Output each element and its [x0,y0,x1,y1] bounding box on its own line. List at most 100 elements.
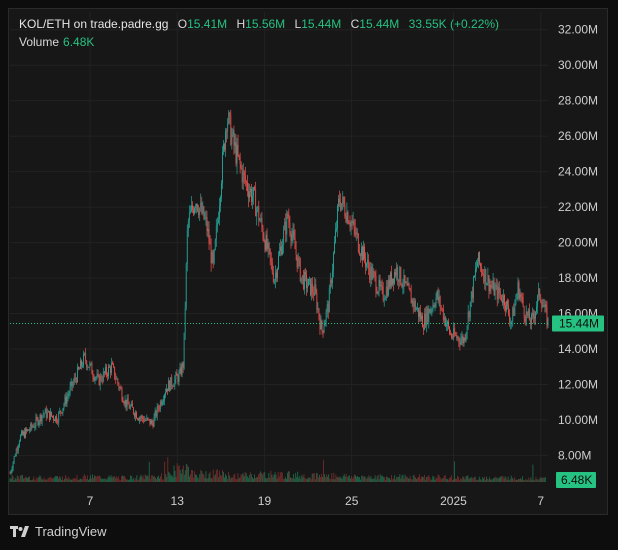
candle-body [337,205,338,229]
candle-body [315,284,317,293]
candle-body [369,268,371,280]
volume-bar [321,473,322,482]
volume-bar [39,475,41,482]
tradingview-attribution[interactable]: TradingView [10,524,107,539]
candle-body [64,396,66,405]
volume-bar [523,480,525,482]
volume-bar [69,479,71,482]
volume-bar [528,477,530,482]
volume-bar [37,478,39,482]
volume-bar [354,474,355,482]
candle-body [196,204,197,207]
candle-body [67,395,69,397]
volume-bar [450,477,451,482]
candle-body [81,360,82,367]
candle-body [314,284,316,296]
candle-body [72,382,74,387]
volume-bar [139,476,141,482]
volume-bar [176,463,178,482]
candle-body [97,374,99,376]
candle-body [385,286,387,298]
volume-bar [56,476,57,482]
volume-bar [132,479,134,482]
candle-body [209,243,211,245]
volume-bar [181,468,183,482]
volume-bar [24,478,25,482]
candle-body [253,187,255,197]
candle-body [390,272,391,288]
candle-body [125,399,127,408]
volume-bar [35,480,37,482]
volume-bar [385,479,386,482]
volume-bar [257,477,258,482]
candle-body [279,250,280,256]
volume-bar [509,478,511,482]
volume-bar [217,477,219,482]
candle-body [508,304,510,315]
volume-bar [299,475,301,482]
candle-body [470,291,472,302]
volume-bar [381,475,383,482]
volume-bar [89,478,90,482]
time-axis[interactable]: 7 13 19 25 2025 7 [87,494,545,508]
candle-body [457,337,459,339]
volume-bar [45,479,47,482]
volume-bar [505,477,507,482]
candle-body [210,243,212,264]
candle-body [354,227,356,235]
candle-body [415,308,417,311]
volume-bar [244,472,246,482]
volume-bar [357,476,358,482]
price-axis[interactable]: 32.00M 30.00M 28.00M 26.00M 24.00M 22.00M 20.0… [558,23,598,463]
volume-bar [260,471,262,482]
volume-bar [331,473,333,482]
volume-bar [200,469,202,482]
volume-bar [495,476,497,482]
volume-bar [446,479,448,482]
symbol-title[interactable]: KOL/ETH on trade.padre.gg [19,17,168,31]
volume-bar [380,475,382,482]
candle-body [424,313,426,330]
volume-bar [249,472,251,482]
candle-body [294,237,296,250]
candle-body [432,304,434,310]
volume-bar [158,475,159,482]
volume-bar [435,477,437,482]
candle-body [227,122,229,132]
volume-bar [207,477,209,482]
volume-bar [239,477,241,482]
candle-body [393,278,394,284]
volume-bar [368,475,370,482]
volume-bar [160,476,161,482]
volume-bar [491,479,493,482]
candle-body [491,286,493,288]
volume-bar [364,476,366,482]
volume-bar [324,474,325,482]
candle-body [543,305,545,307]
volume-bar [73,478,75,482]
last-price-label: 15.44M [552,315,604,332]
volume-bar [272,477,274,482]
price-tick-label: 12.00M [558,377,598,391]
candle-body [250,188,251,193]
volume-bar [273,474,275,482]
volume-bar [373,478,375,482]
volume-value: 6.48K [63,35,95,49]
volume-bar [166,476,168,482]
candle-body [200,202,202,208]
volume-bar [9,478,11,482]
volume-bar [47,478,49,482]
candle-body [460,339,462,345]
volume-bar [325,477,327,482]
candlestick-chart[interactable]: 32.00M 30.00M 28.00M 26.00M 24.00M 22.00M 20.0… [0,0,618,550]
candle-body [331,270,333,284]
volume-bar [279,472,281,482]
candle-body [544,304,546,307]
candle-body [482,272,484,275]
candle-body [19,435,21,442]
time-tick-label: 19 [258,494,272,508]
volume-bar [326,474,328,482]
candle-body [396,267,398,276]
candle-body [477,261,478,267]
volume-bar [180,473,182,482]
